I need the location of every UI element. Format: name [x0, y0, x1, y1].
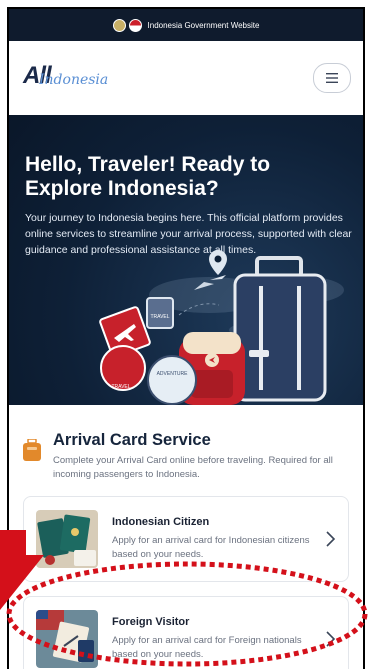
service-header: Arrival Card Service Complete your Arriv… [23, 427, 349, 482]
government-emblems [112, 18, 142, 32]
indonesia-flag-icon [128, 18, 142, 32]
chevron-right-icon[interactable] [324, 530, 336, 548]
indonesian-citizen-card[interactable]: Indonesian Citizen Apply for an arrival … [23, 496, 349, 582]
sticker-travel-text-2: TRAVEL [111, 384, 130, 390]
card-title: Indonesian Citizen [112, 516, 210, 528]
hero-title: Hello, Traveler! Ready to Explore Indone… [25, 153, 271, 200]
travel-illustration: TRAVEL TRAVEL ADVENTURE [99, 250, 344, 405]
government-banner-text: Indonesia Government Website [147, 20, 260, 30]
sticker-adventure-text: ADVENTURE [157, 371, 189, 377]
garuda-emblem-icon [112, 18, 126, 32]
service-description: Complete your Arrival Card online before… [53, 455, 333, 480]
chevron-right-icon[interactable] [324, 630, 336, 648]
card-description: Apply for an arrival card for Foreign na… [112, 635, 302, 660]
travel-badge-icon: TRAVEL [99, 345, 147, 391]
location-pin-icon [209, 250, 227, 275]
card-description: Apply for an arrival card for Indonesian… [112, 535, 310, 560]
phone-frame: Indonesia Government Website All Indones… [7, 7, 365, 669]
foreign-visitor-card[interactable]: Foreign Visitor Apply for an arrival car… [23, 596, 349, 669]
site-header: All Indonesia [9, 41, 363, 115]
stamp-sticker-icon: TRAVEL [146, 297, 174, 329]
luggage-icon [23, 439, 41, 461]
card-title: Foreign Visitor [112, 616, 190, 628]
adventure-badge-icon: ADVENTURE [147, 355, 197, 405]
government-banner: Indonesia Government Website [9, 9, 363, 41]
foreign-visitor-card-text: Foreign Visitor Apply for an arrival car… [112, 616, 324, 662]
passport-photo-thumbnail [36, 510, 98, 568]
sticker-travel-text: TRAVEL [150, 314, 169, 320]
foreign-visitor-thumbnail [36, 610, 98, 668]
hero-banner: Hello, Traveler! Ready to Explore Indone… [9, 115, 363, 405]
all-indonesia-logo[interactable]: All Indonesia [23, 60, 108, 96]
suitcase-icon [233, 256, 327, 402]
hamburger-menu-icon [326, 73, 338, 83]
service-title: Arrival Card Service [53, 431, 211, 449]
logo-sub-text: Indonesia [39, 72, 109, 88]
arrival-card-section: Arrival Card Service Complete your Arriv… [9, 427, 363, 669]
menu-button[interactable] [313, 63, 351, 93]
indonesian-citizen-card-text: Indonesian Citizen Apply for an arrival … [112, 516, 324, 562]
